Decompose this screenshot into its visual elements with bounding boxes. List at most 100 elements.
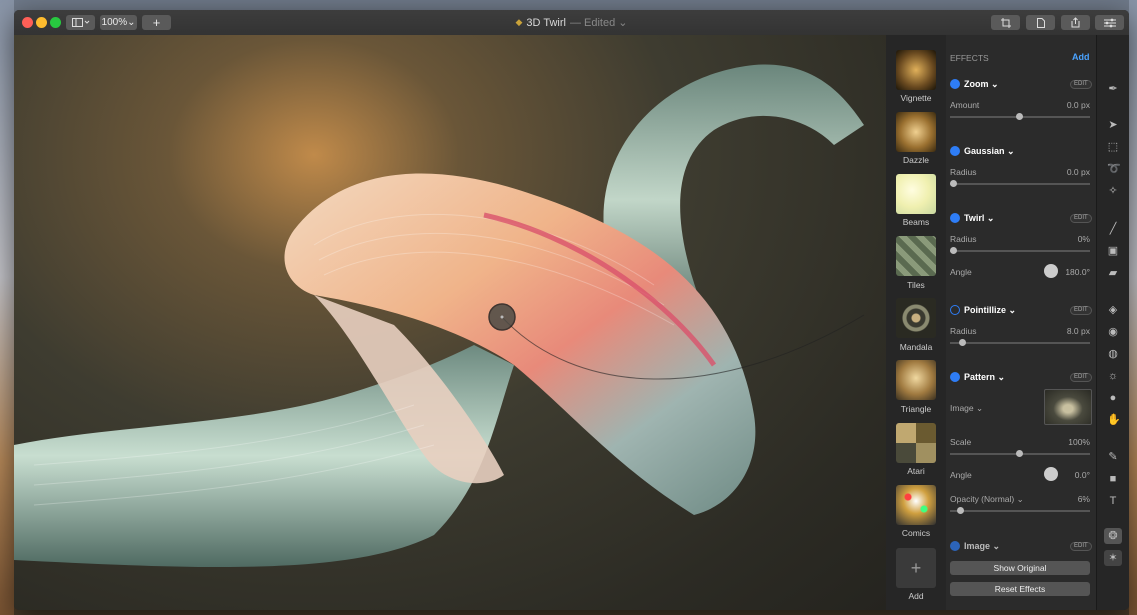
- zoom-amount-value: 0.0 px: [1066, 100, 1090, 110]
- eraser-icon[interactable]: ▰: [1107, 267, 1119, 279]
- twirl-enabled-checkbox[interactable]: [950, 213, 960, 223]
- magic-wand-icon[interactable]: ✧: [1107, 185, 1119, 197]
- preset-mandala-thumbnail[interactable]: [896, 298, 936, 338]
- pattern-scale-value: 100%: [1068, 437, 1090, 447]
- gaussian-enabled-checkbox[interactable]: [950, 146, 960, 156]
- zoom-effect-title[interactable]: Zoom ⌄: [964, 79, 999, 90]
- reset-effects-button[interactable]: Reset Effects: [950, 582, 1090, 596]
- pointillize-effect-title[interactable]: Pointillize ⌄: [964, 305, 1016, 316]
- image-enabled-checkbox[interactable]: [950, 541, 960, 551]
- pattern-effect-title[interactable]: Pattern ⌄: [964, 372, 1005, 383]
- crop-icon: [1000, 17, 1011, 28]
- gaussian-radius-slider[interactable]: [950, 183, 1090, 185]
- add-effect-link[interactable]: Add: [1072, 52, 1090, 62]
- preset-triangle-thumbnail[interactable]: [896, 360, 936, 400]
- pattern-scale-label: Scale: [950, 437, 972, 447]
- pattern-angle-value: 0.0°: [1074, 470, 1090, 480]
- pattern-enabled-checkbox[interactable]: [950, 372, 960, 382]
- twirl-angle-value: 180.0°: [1065, 267, 1090, 277]
- document-button[interactable]: [1026, 15, 1055, 30]
- shape-icon[interactable]: ■: [1107, 473, 1119, 485]
- lasso-icon[interactable]: ➰: [1107, 163, 1121, 175]
- zoom-edit-button[interactable]: EDIT: [1070, 80, 1092, 89]
- pattern-opacity-slider[interactable]: [950, 510, 1090, 512]
- preset-label: Tiles: [907, 280, 925, 290]
- zoom-amount-slider-knob[interactable]: [1016, 113, 1023, 120]
- twirl-effect-title[interactable]: Twirl ⌄: [964, 213, 994, 224]
- desktop-background-left: [0, 0, 14, 615]
- pattern-edit-button[interactable]: EDIT: [1070, 373, 1092, 382]
- twirl-radius-value: 0%: [1077, 234, 1090, 244]
- pointillize-enabled-checkbox[interactable]: [950, 305, 960, 315]
- twirl-radius-label: Radius: [950, 234, 977, 244]
- show-original-button[interactable]: Show Original: [950, 561, 1090, 575]
- bucket-icon[interactable]: ▣: [1107, 245, 1119, 257]
- preset-label: Dazzle: [903, 155, 929, 165]
- add-preset-button[interactable]: +: [896, 548, 936, 588]
- clone-icon[interactable]: ◉: [1107, 326, 1119, 338]
- star-icon[interactable]: ✶: [1104, 550, 1122, 566]
- preset-vignette-thumbnail[interactable]: [896, 50, 936, 90]
- preset-label: Comics: [901, 528, 931, 538]
- document-icon: ◆: [515, 17, 523, 27]
- edited-status: — Edited ⌄: [569, 17, 628, 29]
- image-edit-button[interactable]: EDIT: [1070, 542, 1092, 551]
- pattern-opacity-slider-knob[interactable]: [957, 507, 964, 514]
- twirl-radius-slider-knob[interactable]: [950, 247, 957, 254]
- preset-comics-thumbnail[interactable]: [896, 485, 936, 525]
- pointillize-edit-button[interactable]: EDIT: [1070, 306, 1092, 315]
- gaussian-radius-slider-knob[interactable]: [950, 180, 957, 187]
- pointillize-radius-slider-knob[interactable]: [959, 339, 966, 346]
- crop-button[interactable]: [991, 15, 1020, 30]
- marquee-icon[interactable]: ⬚: [1107, 141, 1119, 153]
- image-effect-title[interactable]: Image ⌄: [964, 541, 1000, 552]
- pointillize-radius-slider[interactable]: [950, 342, 1090, 344]
- pattern-image-thumbnail[interactable]: [1044, 389, 1092, 425]
- desktop-background-right: [1129, 0, 1137, 615]
- effect-presets-strip: Vignette Dazzle Beams Tiles Mandala Tria…: [886, 35, 946, 610]
- pattern-opacity-value: 6%: [1077, 494, 1090, 504]
- bandage-icon[interactable]: ◈: [1107, 304, 1119, 316]
- sun-icon[interactable]: ☼: [1107, 370, 1119, 382]
- smudge-icon[interactable]: ●: [1107, 392, 1119, 404]
- effects-icon[interactable]: ❂: [1104, 528, 1122, 544]
- preset-beams-thumbnail[interactable]: [896, 174, 936, 214]
- zoom-effect-name: Zoom: [964, 79, 989, 89]
- adjustments-button[interactable]: [1095, 15, 1124, 30]
- gaussian-radius-label: Radius: [950, 167, 977, 177]
- blur-icon[interactable]: ◍: [1107, 348, 1119, 360]
- preset-label: Atari: [907, 466, 925, 476]
- twirl-artwork: [14, 64, 865, 568]
- preset-dazzle-thumbnail[interactable]: [896, 112, 936, 152]
- pattern-scale-slider-knob[interactable]: [1016, 450, 1023, 457]
- twirl-edit-button[interactable]: EDIT: [1070, 214, 1092, 223]
- zoom-amount-label: Amount: [950, 100, 980, 110]
- preset-tiles-thumbnail[interactable]: [896, 236, 936, 276]
- preset-label: Beams: [902, 217, 930, 227]
- preset-label: Vignette: [900, 93, 932, 103]
- twirl-effect-name: Twirl: [964, 213, 985, 223]
- pattern-image-select[interactable]: Image ⌄: [950, 403, 983, 414]
- share-button[interactable]: [1061, 15, 1090, 30]
- preset-label: Triangle: [900, 404, 932, 414]
- preset-atari-thumbnail[interactable]: [896, 423, 936, 463]
- tools-palette: ✒ ➤ ⬚ ➰ ✧ ╱ ▣ ▰ ◈ ◉ ◍ ☼ ● ✋ ✎ ■ T ❂ ✶: [1096, 35, 1129, 610]
- share-icon: [1071, 17, 1080, 28]
- text-icon[interactable]: T: [1107, 495, 1119, 507]
- image-canvas[interactable]: [14, 35, 886, 610]
- twirl-radius-slider[interactable]: [950, 250, 1090, 252]
- gaussian-effect-name: Gaussian: [964, 146, 1005, 156]
- zoom-enabled-checkbox[interactable]: [950, 79, 960, 89]
- pattern-opacity-label[interactable]: Opacity (Normal) ⌄: [950, 494, 1024, 505]
- brush-icon[interactable]: ╱: [1107, 223, 1119, 235]
- hand-icon[interactable]: ✋: [1107, 414, 1121, 426]
- gaussian-effect-title[interactable]: Gaussian ⌄: [964, 146, 1015, 157]
- pattern-angle-label: Angle: [950, 470, 972, 480]
- pen-nib-icon[interactable]: ✒: [1107, 83, 1119, 95]
- image-effect-name: Image: [964, 541, 991, 551]
- pointillize-radius-label: Radius: [950, 326, 977, 336]
- arrow-icon[interactable]: ➤: [1107, 119, 1119, 131]
- preset-label: Mandala: [899, 342, 933, 352]
- pen-icon[interactable]: ✎: [1107, 451, 1119, 463]
- window-title: ◆ 3D Twirl — Edited ⌄: [14, 10, 1129, 35]
